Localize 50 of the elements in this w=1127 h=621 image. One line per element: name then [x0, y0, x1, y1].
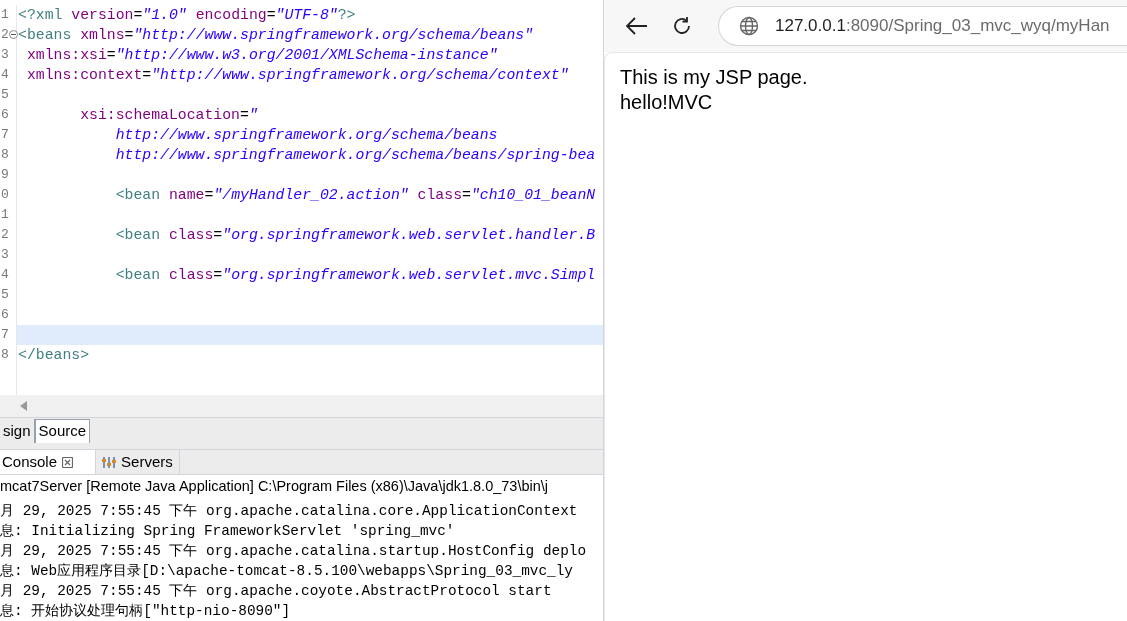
- line-number: 4: [1, 266, 9, 285]
- code-line: xmlns:context="http://www.springframework.org/schema/context": [25, 65, 569, 85]
- page-text: This is my JSP page.: [620, 65, 809, 90]
- globe-icon: [739, 16, 759, 36]
- code-line: http://www.springframework.org/schema/beans/spring-bea: [114, 145, 596, 165]
- line-number: 4: [1, 66, 9, 85]
- line-number: 8: [1, 146, 9, 165]
- address-bar[interactable]: 127.0.0.1:8090/Spring_03_mvc_wyq/myHan: [718, 6, 1127, 46]
- line-number: 2: [1, 226, 9, 245]
- code-line: <?xml version="1.0" encoding="UTF-8"?>: [18, 5, 356, 25]
- code-line: <bean class="org.springframework.web.servlet.mvc.Simpl: [114, 265, 596, 285]
- line-number: 3: [1, 246, 9, 265]
- console-title: mcat7Server [Remote Java Application] C:\Program Files (x86)\Java\jdk1.8.0_73\bin\j: [0, 477, 549, 497]
- code-line: <bean class="org.springframework.web.servlet.handler.B: [114, 225, 596, 245]
- code-line: xmlns:xsi="http://www.w3.org/2001/XMLSchema-instance": [25, 45, 498, 65]
- line-number: 9: [1, 166, 9, 185]
- view-tab[interactable]: Servers: [96, 450, 180, 474]
- line-number: 6: [1, 106, 9, 125]
- close-icon[interactable]: [62, 456, 74, 468]
- console-line: 月 29, 2025 7:55:45 下午 org.apache.coyote.AbstractProtocol start: [0, 582, 553, 601]
- servers-icon: [102, 455, 117, 469]
- url-text: 127.0.0.1:8090/Spring_03_mvc_wyq/myHan: [775, 15, 1110, 38]
- line-number: 7: [1, 126, 9, 145]
- back-arrow-icon[interactable]: [626, 17, 648, 35]
- code-line: xsi:schemaLocation=": [79, 105, 258, 125]
- code-line: http://www.springframework.org/schema/beans: [114, 125, 498, 145]
- line-number: 3: [1, 46, 9, 65]
- console-line: 月 29, 2025 7:55:45 下午 org.apache.catalina.core.ApplicationContext: [0, 502, 579, 521]
- editor-tab[interactable]: Source: [34, 419, 91, 443]
- line-number: 1: [1, 6, 9, 25]
- line-number: 5: [1, 86, 9, 105]
- console-line: 月 29, 2025 7:55:45 下午 org.apache.catalina.startup.HostConfig deplo: [0, 542, 588, 561]
- code-line: <beans xmlns="http://www.springframework.org/schema/beans": [18, 25, 534, 45]
- line-number: 7: [1, 326, 9, 345]
- collapse-icon[interactable]: [9, 30, 18, 39]
- console-line: 息: 开始协议处理句柄["http-nio-8090"]: [0, 602, 292, 621]
- line-number: 6: [1, 306, 9, 325]
- code-line: </beans>: [18, 345, 90, 365]
- page-text: hello!MVC: [620, 90, 714, 115]
- view-tab[interactable]: Console: [0, 450, 97, 474]
- code-line: <bean name="/myHandler_02.action" class="ch10_01_beanN: [114, 185, 596, 205]
- console-line: 息: Initializing Spring FrameworkServlet 'spring_mvc': [0, 522, 456, 541]
- line-number: 8: [1, 346, 9, 365]
- horizontal-scrollbar[interactable]: [0, 395, 603, 417]
- line-number: 1: [1, 206, 9, 225]
- line-number: 5: [1, 286, 9, 305]
- line-number: 2: [1, 26, 9, 45]
- reload-icon[interactable]: [672, 16, 692, 36]
- line-number: 0: [1, 186, 9, 205]
- console-line: 息: Web应用程序目录[D:\apache-tomcat-8.5.100\webapps\Spring_03_mvc_ly: [0, 562, 574, 581]
